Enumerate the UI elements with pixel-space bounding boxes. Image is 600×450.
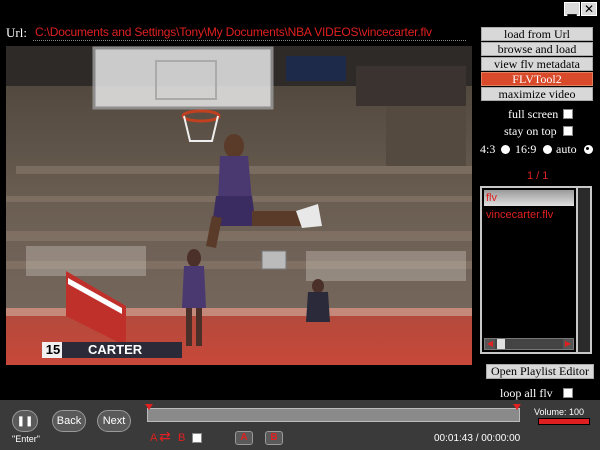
playlist-vscrollbar[interactable] [578, 186, 592, 354]
enter-hint: "Enter" [12, 434, 40, 444]
video-frame [6, 46, 472, 365]
set-b-button[interactable]: B [265, 431, 283, 445]
close-icon: ✕ [583, 2, 595, 16]
scroll-left-arrow[interactable]: ◀ [485, 339, 495, 349]
player-number-overlay: 15 [45, 342, 61, 357]
minimize-icon: ▁ [567, 2, 577, 16]
pause-icon: ❚❚ [16, 416, 34, 427]
load-from-url-button[interactable]: load from Url [481, 27, 593, 41]
scroll-right-arrow[interactable]: ▶ [563, 339, 573, 349]
url-label: Url: [6, 25, 27, 40]
stay-on-top-label: stay on top [504, 124, 557, 138]
ab-loop-checkbox[interactable] [192, 433, 202, 443]
close-button[interactable]: ✕ [581, 2, 597, 16]
view-flv-metadata-button[interactable]: view flv metadata [481, 57, 593, 71]
browse-and-load-button[interactable]: browse and load [481, 42, 593, 56]
ratio-169-label: 16:9 [515, 142, 537, 156]
full-screen-checkbox[interactable] [563, 109, 573, 119]
playlist-box[interactable]: flv vincecarter.flv ◀ ▶ [480, 186, 578, 354]
volume-slider[interactable] [538, 418, 590, 425]
ratio-169-radio[interactable] [543, 145, 552, 154]
loop-b-label: B [178, 432, 186, 444]
set-a-button[interactable]: A [235, 431, 253, 445]
full-screen-label: full screen [508, 107, 559, 121]
player-name-overlay: CARTER [88, 342, 143, 357]
ratio-43-label: 4:3 [480, 142, 496, 156]
video-display[interactable]: 15 CARTER [6, 46, 472, 365]
loop-repeat-icon: ⇄ [159, 429, 171, 445]
playlist-counter: 1 / 1 [527, 170, 549, 182]
maximize-video-button[interactable]: maximize video [481, 87, 593, 101]
loop-all-checkbox[interactable] [563, 388, 573, 398]
seek-bar[interactable] [147, 408, 520, 422]
ratio-43-radio[interactable] [501, 145, 510, 154]
flvtool2-button[interactable]: FLVTool2 [481, 72, 593, 86]
next-button[interactable]: Next [97, 410, 131, 432]
control-bar: ❚❚ Back Next "Enter" A ⇄ B A B 00:01:43 … [0, 400, 600, 450]
loop-a-label: A [150, 432, 158, 444]
scroll-thumb[interactable] [497, 339, 505, 349]
seek-end-marker[interactable] [513, 404, 521, 410]
seek-start-marker[interactable] [145, 404, 153, 410]
back-button[interactable]: Back [52, 410, 86, 432]
ratio-auto-label: auto [556, 142, 577, 156]
playlist-header: flv [484, 190, 574, 206]
volume-label: Volume: 100 [534, 407, 585, 417]
url-underline [33, 40, 466, 41]
pause-button[interactable]: ❚❚ [12, 410, 38, 432]
time-display: 00:01:43 / 00:00:00 [434, 433, 521, 444]
url-input[interactable]: C:\Documents and Settings\Tony\My Docume… [35, 25, 432, 39]
stay-on-top-checkbox[interactable] [563, 126, 573, 136]
open-playlist-editor-button[interactable]: Open Playlist Editor [486, 364, 594, 379]
minimize-button[interactable]: ▁ [564, 2, 580, 16]
playlist-item[interactable]: vincecarter.flv [484, 208, 574, 222]
loop-all-label: loop all flv [500, 386, 553, 400]
playlist-hscrollbar[interactable]: ◀ ▶ [484, 338, 574, 350]
ratio-auto-radio[interactable] [584, 145, 593, 154]
